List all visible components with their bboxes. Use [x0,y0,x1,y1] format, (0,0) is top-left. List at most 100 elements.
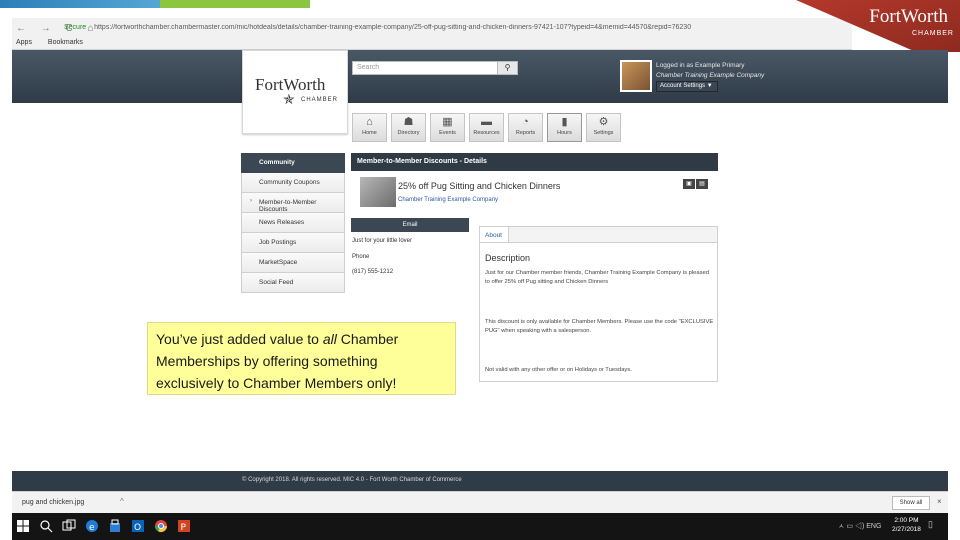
deal-title: 25% off Pug Sitting and Chicken Dinners [398,181,561,191]
svg-text:P: P [181,523,187,533]
bookmark-apps[interactable]: Apps [16,39,32,46]
tile-label: Reports [515,130,536,136]
notification-icon[interactable]: ▯ [928,519,933,530]
windows-icon[interactable] [16,519,30,533]
clock-date: 2/27/2018 [892,526,921,533]
sidebar-item-marketspace[interactable]: MarketSpace [241,253,345,273]
sidebar-item-label: Community Coupons [259,179,320,186]
site-logo[interactable]: FortWorth ✯ CHAMBER [242,50,348,134]
browser-toolbar: ← → C ⌂ Secure https://fortworthchamber.… [12,18,852,50]
avatar [620,60,652,92]
phone-number: (817) 555-1212 [352,269,394,275]
tile-events[interactable]: ▦ Events [430,113,465,142]
clock[interactable]: 2:00 PM 2/27/2018 [892,516,921,534]
description-text-1: Just for our Chamber member friends, Cha… [485,270,709,285]
sidebar-item-job-postings[interactable]: Job Postings [241,233,345,253]
svg-text:O: O [134,523,141,533]
pie-icon: ◔ [522,116,529,128]
footer-copyright: © Copyright 2018. All rights reserved. M… [242,477,462,483]
tile-label: Hours [557,130,572,136]
deal-image [360,177,396,207]
user-company: Chamber Training Example Company [656,72,765,79]
system-tray[interactable]: ㅅ ▭ ◁) ENG [838,521,881,531]
sidebar-item-social-feed[interactable]: Social Feed [241,273,345,293]
email-button[interactable]: Email [351,218,469,232]
slide: ← → C ⌂ Secure https://fortworthchamber.… [0,0,960,540]
tile-directory[interactable]: ☗ Directory [391,113,426,142]
download-file[interactable]: pug and chicken.jpg [22,499,84,506]
sidebar: Community Community Coupons › Member-to-M… [241,153,345,293]
sidebar-item-label: Job Postings [259,239,297,246]
address-bar[interactable]: Secure https://fortworthchamber.chamberm… [64,24,844,36]
folder-icon: ▬ [481,116,492,128]
tile-label: Directory [397,130,420,136]
chevron-up-icon[interactable]: ^ [120,497,124,506]
module-tiles: ⌂ Home ☗ Directory ▦ Events ▬ Resources ◔ Rep… [352,113,621,142]
search-icon[interactable] [39,519,53,533]
search-icon[interactable]: ⚲ [497,61,518,75]
people-icon: ☗ [403,116,414,128]
account-settings-button[interactable]: Account Settings ▼ [656,81,718,92]
deal-tagline: Just for your little lover [352,238,413,244]
close-icon[interactable]: × [937,497,942,506]
sidebar-item-label: Member-to-Member Discounts [259,199,317,213]
sidebar-item-community-coupons[interactable]: Community Coupons [241,173,345,193]
search-input[interactable]: Search [352,61,498,75]
sidebar-item-news-releases[interactable]: News Releases [241,213,345,233]
url-text[interactable]: https://fortworthchamber.chambermaster.c… [94,24,691,31]
description-text-3: Not valid with any other offer or on Hol… [485,367,632,373]
clock-time: 2:00 PM [894,517,919,524]
taskbar-icons: e O P [16,519,191,533]
outlook-icon[interactable]: O [131,519,145,533]
powerpoint-icon[interactable]: P [177,519,191,533]
description-text-2: This discount is only available for Cham… [485,319,714,334]
site-footer: © Copyright 2018. All rights reserved. M… [12,471,948,491]
tile-home[interactable]: ⌂ Home [352,113,387,142]
phone-label: Phone [352,254,370,260]
chrome-icon[interactable] [154,519,168,533]
callout-note: You’ve just added value to all Chamber M… [147,322,456,395]
site-header [12,50,948,103]
sidebar-header[interactable]: Community [241,153,345,173]
building-icon: ▮ [561,116,568,128]
tab-about[interactable]: About [479,226,509,243]
store-icon[interactable] [108,519,122,533]
brand-sub: CHAMBER [911,30,954,37]
svg-text:e: e [89,523,95,533]
chevron-right-icon: › [250,198,252,204]
bookmark-bookmarks[interactable]: Bookmarks [48,39,83,46]
deal-actions: ▣ ▤ [682,178,708,189]
bookmarks-bar: Apps Bookmarks [16,39,97,46]
home-icon: ⌂ [366,116,373,128]
show-all-button[interactable]: Show all [892,496,930,510]
sidebar-item-label: Social Feed [259,279,294,286]
sidebar-item-member-discounts[interactable]: › Member-to-Member Discounts [241,193,345,213]
tile-label: Events [439,130,456,136]
contact-card-icon[interactable]: ▣ [683,179,695,189]
taskbar: e O P ㅅ ▭ ◁) ENG 2:00 PM 2/27/2018 ▯ [12,513,948,540]
task-view-icon[interactable] [62,519,76,533]
content-header: Member-to-Member Discounts - Details [351,153,718,171]
decorative-bar-green [160,0,310,8]
tile-label: Resources [473,130,500,136]
gear-icon: ⚙ [598,116,609,128]
about-panel: Description Just for our Chamber member … [479,242,718,382]
download-bar: pug and chicken.jpg ^ Show all × [12,491,948,513]
edge-icon[interactable]: e [85,519,99,533]
tile-resources[interactable]: ▬ Resources [469,113,504,142]
tile-label: Settings [593,130,614,136]
tile-label: Home [362,130,377,136]
secure-label: Secure [64,24,87,31]
tile-hours[interactable]: ▮ Hours [547,113,582,142]
description-title: Description [485,253,531,263]
star-icon: ✯ [283,91,295,107]
brand-name: FortWorth [869,6,948,27]
tab-strip [509,226,718,242]
print-icon[interactable]: ▤ [696,179,708,189]
tile-reports[interactable]: ◔ Reports [508,113,543,142]
deal-company-link[interactable]: Chamber Training Example Company [398,197,498,203]
tile-settings[interactable]: ⚙ Settings [586,113,621,142]
user-name: Logged in as Example Primary [656,62,745,69]
logo-sub: CHAMBER [301,97,339,103]
callout-emphasis: all [322,331,337,347]
